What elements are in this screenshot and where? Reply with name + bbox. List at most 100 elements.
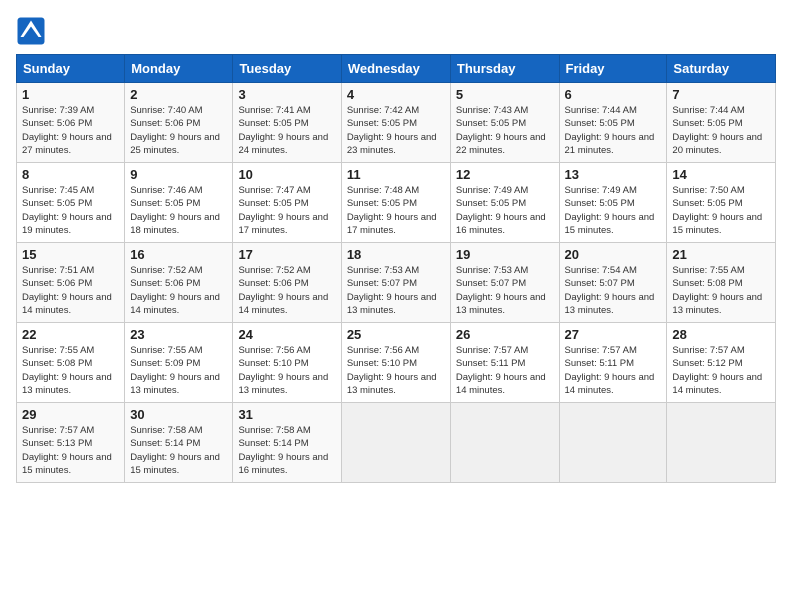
calendar-cell: 19 Sunrise: 7:53 AM Sunset: 5:07 PM Dayl… <box>450 243 559 323</box>
calendar-week-4: 22 Sunrise: 7:55 AM Sunset: 5:08 PM Dayl… <box>17 323 776 403</box>
calendar-cell: 16 Sunrise: 7:52 AM Sunset: 5:06 PM Dayl… <box>125 243 233 323</box>
sunrise-label: Sunrise: 7:49 AM <box>456 185 528 196</box>
day-header-monday: Monday <box>125 55 233 83</box>
calendar-cell <box>450 403 559 483</box>
calendar-cell: 9 Sunrise: 7:46 AM Sunset: 5:05 PM Dayli… <box>125 163 233 243</box>
sunset-label: Sunset: 5:05 PM <box>456 118 526 129</box>
sunset-label: Sunset: 5:09 PM <box>130 358 200 369</box>
sunset-label: Sunset: 5:07 PM <box>347 278 417 289</box>
sunrise-label: Sunrise: 7:55 AM <box>130 345 202 356</box>
day-info: Sunrise: 7:55 AM Sunset: 5:09 PM Dayligh… <box>130 344 227 397</box>
day-info: Sunrise: 7:58 AM Sunset: 5:14 PM Dayligh… <box>238 424 335 477</box>
sunset-label: Sunset: 5:05 PM <box>238 118 308 129</box>
sunset-label: Sunset: 5:06 PM <box>238 278 308 289</box>
day-info: Sunrise: 7:39 AM Sunset: 5:06 PM Dayligh… <box>22 104 119 157</box>
sunrise-label: Sunrise: 7:47 AM <box>238 185 310 196</box>
calendar-table: SundayMondayTuesdayWednesdayThursdayFrid… <box>16 54 776 483</box>
daylight-label: Daylight: 9 hours and 18 minutes. <box>130 212 220 236</box>
day-number: 18 <box>347 247 445 262</box>
calendar-cell: 29 Sunrise: 7:57 AM Sunset: 5:13 PM Dayl… <box>17 403 125 483</box>
daylight-label: Daylight: 9 hours and 15 minutes. <box>565 212 655 236</box>
daylight-label: Daylight: 9 hours and 13 minutes. <box>565 292 655 316</box>
calendar-cell: 7 Sunrise: 7:44 AM Sunset: 5:05 PM Dayli… <box>667 83 776 163</box>
calendar-cell: 22 Sunrise: 7:55 AM Sunset: 5:08 PM Dayl… <box>17 323 125 403</box>
day-info: Sunrise: 7:54 AM Sunset: 5:07 PM Dayligh… <box>565 264 662 317</box>
day-info: Sunrise: 7:57 AM Sunset: 5:13 PM Dayligh… <box>22 424 119 477</box>
sunset-label: Sunset: 5:05 PM <box>130 198 200 209</box>
calendar-cell: 4 Sunrise: 7:42 AM Sunset: 5:05 PM Dayli… <box>341 83 450 163</box>
sunset-label: Sunset: 5:05 PM <box>565 198 635 209</box>
daylight-label: Daylight: 9 hours and 17 minutes. <box>347 212 437 236</box>
day-number: 22 <box>22 327 119 342</box>
day-number: 12 <box>456 167 554 182</box>
calendar-cell: 14 Sunrise: 7:50 AM Sunset: 5:05 PM Dayl… <box>667 163 776 243</box>
sunrise-label: Sunrise: 7:58 AM <box>238 425 310 436</box>
daylight-label: Daylight: 9 hours and 25 minutes. <box>130 132 220 156</box>
day-number: 13 <box>565 167 662 182</box>
day-number: 30 <box>130 407 227 422</box>
sunrise-label: Sunrise: 7:45 AM <box>22 185 94 196</box>
sunrise-label: Sunrise: 7:55 AM <box>22 345 94 356</box>
day-number: 9 <box>130 167 227 182</box>
daylight-label: Daylight: 9 hours and 15 minutes. <box>22 452 112 476</box>
day-info: Sunrise: 7:48 AM Sunset: 5:05 PM Dayligh… <box>347 184 445 237</box>
day-info: Sunrise: 7:53 AM Sunset: 5:07 PM Dayligh… <box>347 264 445 317</box>
sunset-label: Sunset: 5:11 PM <box>456 358 526 369</box>
sunset-label: Sunset: 5:13 PM <box>22 438 92 449</box>
day-info: Sunrise: 7:55 AM Sunset: 5:08 PM Dayligh… <box>672 264 770 317</box>
calendar-cell: 10 Sunrise: 7:47 AM Sunset: 5:05 PM Dayl… <box>233 163 341 243</box>
logo-icon <box>16 16 46 46</box>
sunset-label: Sunset: 5:11 PM <box>565 358 635 369</box>
day-header-tuesday: Tuesday <box>233 55 341 83</box>
day-number: 23 <box>130 327 227 342</box>
daylight-label: Daylight: 9 hours and 14 minutes. <box>672 372 762 396</box>
day-number: 3 <box>238 87 335 102</box>
sunset-label: Sunset: 5:08 PM <box>22 358 92 369</box>
sunset-label: Sunset: 5:12 PM <box>672 358 742 369</box>
calendar-cell <box>559 403 667 483</box>
calendar-cell: 25 Sunrise: 7:56 AM Sunset: 5:10 PM Dayl… <box>341 323 450 403</box>
sunrise-label: Sunrise: 7:57 AM <box>565 345 637 356</box>
sunrise-label: Sunrise: 7:43 AM <box>456 105 528 116</box>
day-info: Sunrise: 7:51 AM Sunset: 5:06 PM Dayligh… <box>22 264 119 317</box>
day-header-sunday: Sunday <box>17 55 125 83</box>
calendar-week-2: 8 Sunrise: 7:45 AM Sunset: 5:05 PM Dayli… <box>17 163 776 243</box>
day-info: Sunrise: 7:45 AM Sunset: 5:05 PM Dayligh… <box>22 184 119 237</box>
daylight-label: Daylight: 9 hours and 16 minutes. <box>238 452 328 476</box>
calendar-cell: 6 Sunrise: 7:44 AM Sunset: 5:05 PM Dayli… <box>559 83 667 163</box>
day-number: 19 <box>456 247 554 262</box>
day-number: 28 <box>672 327 770 342</box>
sunrise-label: Sunrise: 7:51 AM <box>22 265 94 276</box>
day-info: Sunrise: 7:44 AM Sunset: 5:05 PM Dayligh… <box>565 104 662 157</box>
calendar-cell: 17 Sunrise: 7:52 AM Sunset: 5:06 PM Dayl… <box>233 243 341 323</box>
sunset-label: Sunset: 5:06 PM <box>22 118 92 129</box>
daylight-label: Daylight: 9 hours and 14 minutes. <box>456 372 546 396</box>
calendar-cell: 28 Sunrise: 7:57 AM Sunset: 5:12 PM Dayl… <box>667 323 776 403</box>
sunset-label: Sunset: 5:10 PM <box>347 358 417 369</box>
logo <box>16 16 50 46</box>
daylight-label: Daylight: 9 hours and 14 minutes. <box>238 292 328 316</box>
calendar-cell: 26 Sunrise: 7:57 AM Sunset: 5:11 PM Dayl… <box>450 323 559 403</box>
day-info: Sunrise: 7:43 AM Sunset: 5:05 PM Dayligh… <box>456 104 554 157</box>
daylight-label: Daylight: 9 hours and 14 minutes. <box>565 372 655 396</box>
calendar-cell: 12 Sunrise: 7:49 AM Sunset: 5:05 PM Dayl… <box>450 163 559 243</box>
day-number: 21 <box>672 247 770 262</box>
day-info: Sunrise: 7:40 AM Sunset: 5:06 PM Dayligh… <box>130 104 227 157</box>
day-number: 16 <box>130 247 227 262</box>
sunset-label: Sunset: 5:05 PM <box>347 198 417 209</box>
sunrise-label: Sunrise: 7:52 AM <box>238 265 310 276</box>
page-header <box>16 16 776 46</box>
sunset-label: Sunset: 5:05 PM <box>456 198 526 209</box>
day-number: 25 <box>347 327 445 342</box>
day-info: Sunrise: 7:57 AM Sunset: 5:12 PM Dayligh… <box>672 344 770 397</box>
sunset-label: Sunset: 5:07 PM <box>565 278 635 289</box>
sunset-label: Sunset: 5:05 PM <box>347 118 417 129</box>
daylight-label: Daylight: 9 hours and 22 minutes. <box>456 132 546 156</box>
calendar-week-1: 1 Sunrise: 7:39 AM Sunset: 5:06 PM Dayli… <box>17 83 776 163</box>
calendar-cell: 23 Sunrise: 7:55 AM Sunset: 5:09 PM Dayl… <box>125 323 233 403</box>
sunrise-label: Sunrise: 7:58 AM <box>130 425 202 436</box>
day-number: 29 <box>22 407 119 422</box>
sunset-label: Sunset: 5:08 PM <box>672 278 742 289</box>
sunset-label: Sunset: 5:07 PM <box>456 278 526 289</box>
day-info: Sunrise: 7:56 AM Sunset: 5:10 PM Dayligh… <box>347 344 445 397</box>
